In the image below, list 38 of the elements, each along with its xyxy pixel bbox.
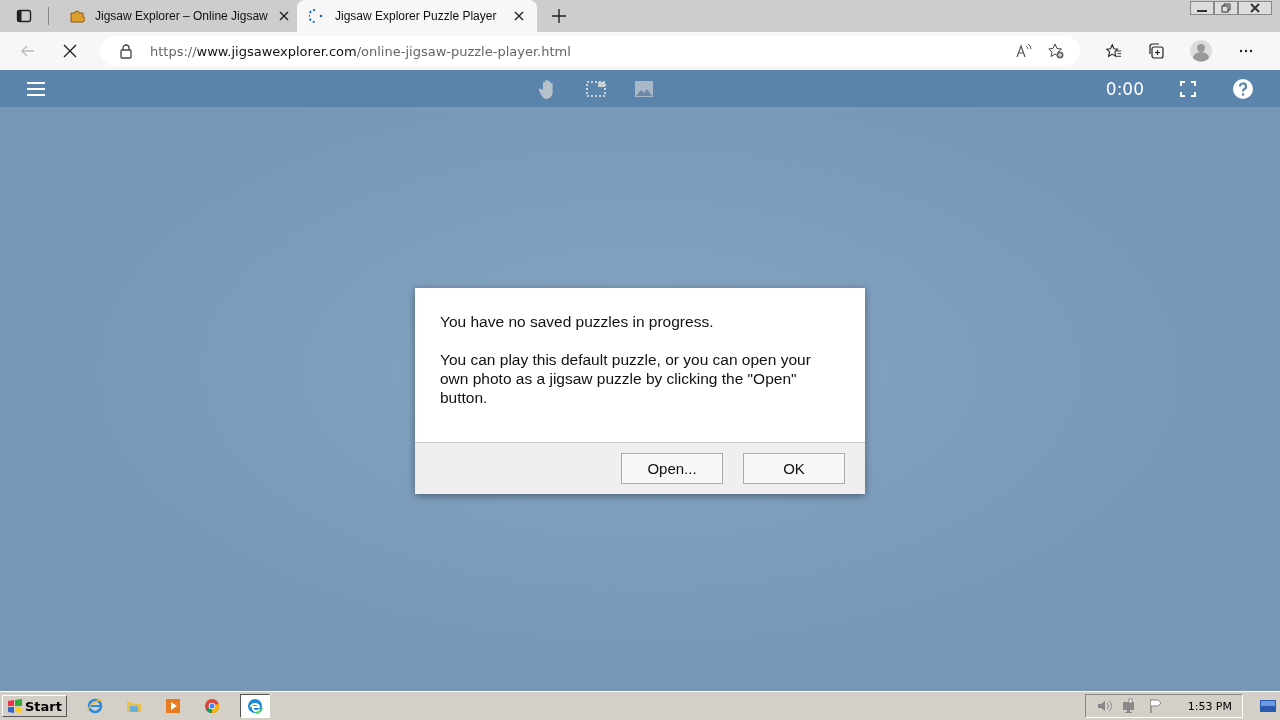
address-bar[interactable]: https://www.jigsawexplorer.com/online-jigsaw-puzzle-player.html xyxy=(100,36,1080,66)
dialog-button[interactable]: OK xyxy=(743,453,845,484)
close-window-icon[interactable] xyxy=(1238,1,1272,15)
edge-logo-icon xyxy=(247,698,263,714)
dialog-message: You have no saved puzzles in progress. xyxy=(440,312,715,331)
show-desktop-icon[interactable] xyxy=(1260,698,1276,714)
clock: 1:53 PM xyxy=(1187,699,1232,713)
fullscreen-icon[interactable] xyxy=(1180,80,1196,97)
add-favorite-icon[interactable] xyxy=(1048,43,1064,59)
lock-icon xyxy=(118,43,134,59)
favorites-icon[interactable] xyxy=(1106,43,1122,59)
tab-actions-icon[interactable] xyxy=(16,8,32,24)
minimize-icon[interactable] xyxy=(1190,1,1214,15)
help-icon[interactable] xyxy=(1232,77,1254,100)
flag-icon[interactable] xyxy=(1147,698,1164,714)
puzzle-piece-icon xyxy=(69,8,85,24)
read-aloud-icon[interactable] xyxy=(1016,43,1032,59)
browser-tab[interactable]: Jigsaw Explorer – Online Jigsaw xyxy=(57,0,297,32)
close-icon[interactable] xyxy=(277,10,290,22)
restore-icon[interactable] xyxy=(1214,1,1238,15)
dialog-message: You can play this default puzzle, or you can open your own photo as a jigsaw puzzle by clicking the "Open" button. xyxy=(440,350,812,407)
ie-logo-icon xyxy=(87,698,103,714)
taskbar-app[interactable] xyxy=(240,694,270,718)
profile-avatar-icon[interactable] xyxy=(1190,40,1212,62)
browser-tab[interactable]: Jigsaw Explorer Puzzle Player xyxy=(297,0,537,32)
url-text: https://www.jigsawexplorer.com/online-jigsaw-puzzle-player.html xyxy=(150,43,571,59)
chrome-logo-icon xyxy=(204,698,220,714)
start-button[interactable]: Start xyxy=(2,695,67,717)
collections-icon[interactable] xyxy=(1148,43,1164,59)
windows-logo-icon xyxy=(7,698,23,714)
stop-loading-icon[interactable] xyxy=(62,43,78,59)
dialog-button[interactable]: Open... xyxy=(621,453,723,484)
speaker-icon[interactable] xyxy=(1095,698,1112,714)
loading-spinner-icon xyxy=(309,8,325,24)
new-tab-icon[interactable] xyxy=(551,8,567,24)
close-icon[interactable] xyxy=(513,10,525,22)
media-player-icon xyxy=(165,698,181,714)
timer: 0:00 xyxy=(1105,78,1144,99)
